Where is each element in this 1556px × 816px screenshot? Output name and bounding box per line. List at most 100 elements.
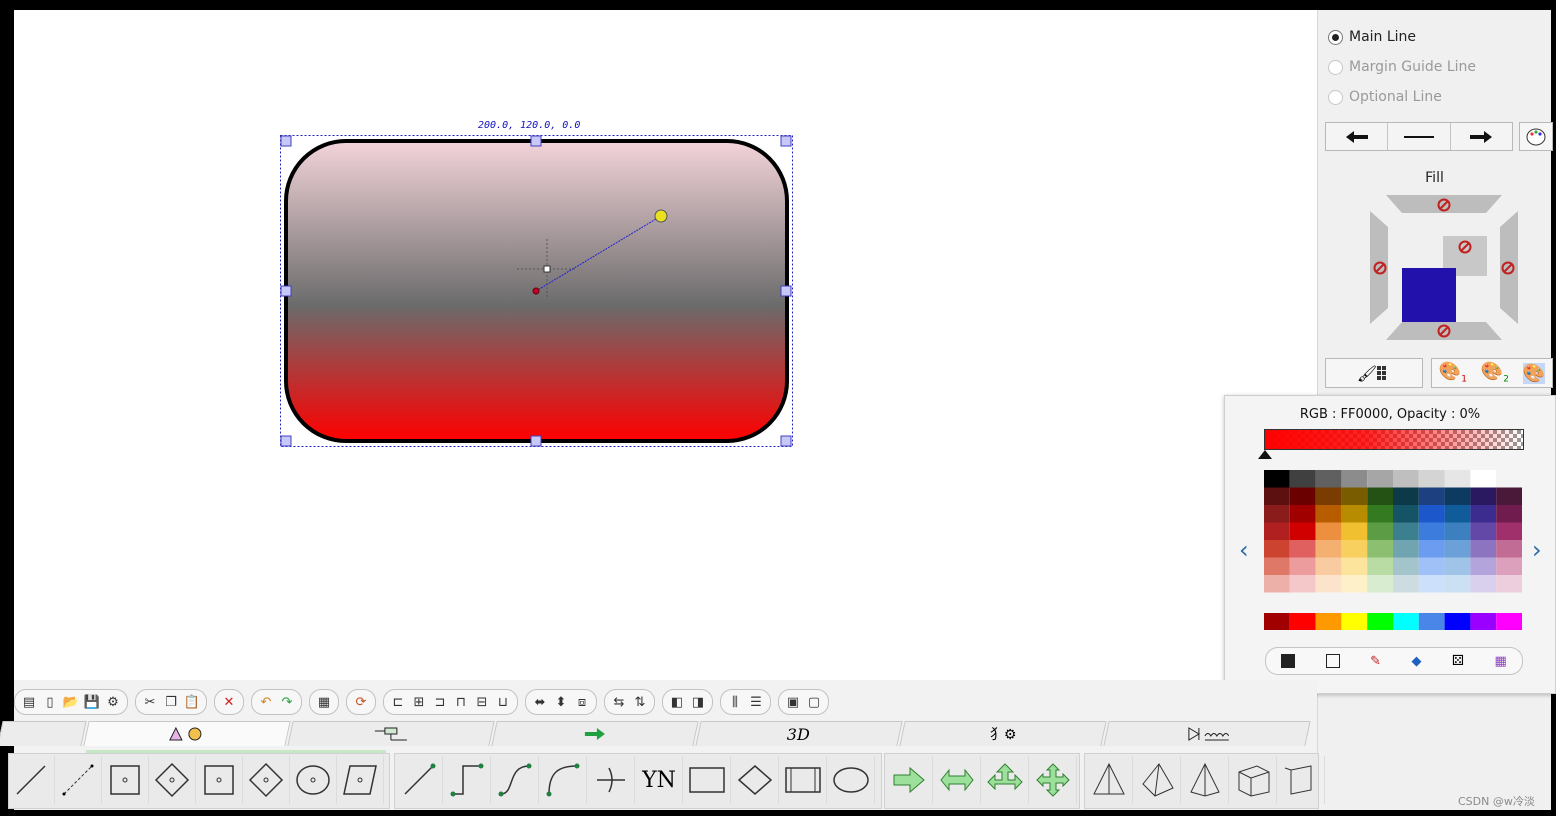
color-swatch[interactable]: [1341, 575, 1368, 593]
tab-electrical[interactable]: [1103, 721, 1311, 746]
color-swatch[interactable]: [1393, 522, 1419, 541]
color-swatch[interactable]: [1393, 557, 1419, 576]
settings-icon[interactable]: ⚙: [104, 693, 122, 711]
color-swatch[interactable]: [1496, 522, 1522, 541]
fill-color-swatch[interactable]: [1402, 268, 1456, 322]
s-curve-icon[interactable]: [540, 756, 587, 804]
diamond-point-icon[interactable]: [149, 756, 196, 804]
right-arrow-icon[interactable]: [886, 756, 933, 804]
branch-icon[interactable]: [588, 756, 635, 804]
same-height-icon[interactable]: ⬍: [552, 693, 570, 711]
resize-handle-se[interactable]: [780, 435, 792, 447]
resize-handle-n[interactable]: [530, 135, 542, 147]
color-swatch[interactable]: [1315, 505, 1342, 523]
radio-optional-line[interactable]: Optional Line: [1328, 86, 1442, 108]
resize-handle-nw[interactable]: [280, 135, 292, 147]
rotate-icon[interactable]: ⟳: [352, 693, 370, 711]
group-icon[interactable]: ▣: [784, 693, 802, 711]
save-icon[interactable]: 💾: [83, 693, 101, 711]
color-swatch[interactable]: [1315, 470, 1342, 488]
align-center-icon[interactable]: ⊞: [410, 693, 428, 711]
color-swatch[interactable]: [1393, 487, 1419, 506]
color-swatch[interactable]: [1470, 575, 1497, 593]
color-swatch[interactable]: [1315, 540, 1342, 558]
standard-color-swatch[interactable]: [1341, 613, 1368, 630]
line-icon[interactable]: [1388, 123, 1451, 150]
opacity-slider-thumb[interactable]: [1258, 450, 1272, 460]
cube-icon[interactable]: [1230, 756, 1277, 804]
same-size-icon[interactable]: ⧈: [573, 693, 591, 711]
color-swatch[interactable]: [1393, 540, 1419, 558]
palette-1-icon[interactable]: 🎨1: [1439, 361, 1467, 385]
align-middle-icon[interactable]: ⊟: [473, 693, 491, 711]
color-swatch[interactable]: [1289, 470, 1316, 488]
arrow-left-icon[interactable]: [1326, 123, 1389, 150]
color-swatch[interactable]: [1341, 487, 1368, 506]
color-swatch[interactable]: [1341, 505, 1368, 523]
color-swatch[interactable]: [1367, 470, 1393, 488]
dashed-line-icon[interactable]: [55, 756, 102, 804]
color-swatch[interactable]: [1470, 557, 1497, 576]
color-swatch[interactable]: [1264, 540, 1290, 558]
standard-color-swatch[interactable]: [1367, 613, 1393, 630]
gradient-start-handle[interactable]: [532, 287, 540, 295]
delete-icon[interactable]: ✕: [220, 693, 238, 711]
radio-main-line[interactable]: Main Line: [1328, 26, 1416, 48]
color-swatch[interactable]: [1418, 557, 1445, 576]
curve-line-icon[interactable]: [492, 756, 539, 804]
align-bottom-icon[interactable]: ⊔: [494, 693, 512, 711]
align-top-icon[interactable]: ⊓: [452, 693, 470, 711]
align-left-icon[interactable]: ⊏: [389, 693, 407, 711]
cone-icon[interactable]: [1086, 756, 1133, 804]
color-swatch[interactable]: [1341, 470, 1368, 488]
grid-icon[interactable]: ▦: [315, 693, 333, 711]
color-swatch[interactable]: [1444, 575, 1471, 593]
ellipse-icon[interactable]: [828, 756, 875, 804]
color-swatch[interactable]: [1470, 522, 1497, 541]
color-swatch[interactable]: [1470, 487, 1497, 506]
color-swatch[interactable]: [1496, 540, 1522, 558]
flip-v-icon[interactable]: ⇅: [631, 693, 649, 711]
redo-icon[interactable]: ↷: [278, 693, 296, 711]
color-swatch-grid[interactable]: [1264, 470, 1524, 640]
color-swatch[interactable]: [1264, 575, 1290, 593]
color-swatch[interactable]: [1444, 470, 1471, 488]
dice-icon[interactable]: ⚄: [1452, 653, 1464, 669]
color-swatch[interactable]: [1341, 522, 1368, 541]
color-swatch[interactable]: [1367, 505, 1393, 523]
color-swatch[interactable]: [1418, 540, 1445, 558]
radio-dot-optional-line[interactable]: [1328, 89, 1343, 105]
tab-connectors[interactable]: [287, 721, 495, 746]
color-swatch[interactable]: [1367, 557, 1393, 576]
arrow-line-icon[interactable]: [396, 756, 443, 804]
standard-color-swatch[interactable]: [1393, 613, 1419, 630]
paste-icon[interactable]: 📋: [183, 693, 201, 711]
color-swatch[interactable]: [1470, 540, 1497, 558]
radio-dot-main-line[interactable]: [1328, 29, 1343, 45]
color-swatch[interactable]: [1264, 522, 1290, 541]
resize-handle-s[interactable]: [530, 435, 542, 447]
paint-bucket-icon[interactable]: ◆: [1411, 654, 1421, 669]
gradient-end-handle[interactable]: [654, 209, 668, 223]
color-swatch[interactable]: [1264, 505, 1290, 523]
color-swatch[interactable]: [1496, 575, 1522, 593]
copy-icon[interactable]: ❐: [162, 693, 180, 711]
four-way-arrow-icon[interactable]: [1030, 756, 1077, 804]
rectangle-icon[interactable]: [684, 756, 731, 804]
standard-color-swatch[interactable]: [1418, 613, 1445, 630]
color-swatch[interactable]: [1444, 540, 1471, 558]
process-icon[interactable]: [780, 756, 827, 804]
color-swatch[interactable]: [1444, 505, 1471, 523]
color-swatch[interactable]: [1289, 487, 1316, 506]
palette-3-icon[interactable]: 🎨: [1522, 362, 1546, 384]
palette-2-icon[interactable]: 🎨2: [1481, 361, 1509, 385]
drawing-canvas[interactable]: 200.0, 120.0, 0.0: [14, 10, 1317, 680]
color-swatch[interactable]: [1264, 487, 1290, 506]
undo-icon[interactable]: ↶: [257, 693, 275, 711]
three-way-arrow-icon[interactable]: [982, 756, 1029, 804]
resize-handle-w[interactable]: [280, 285, 292, 297]
color-swatch[interactable]: [1264, 470, 1290, 488]
color-swatch[interactable]: [1496, 557, 1522, 576]
tab-3d[interactable]: 3D: [695, 721, 903, 746]
color-swatch[interactable]: [1341, 540, 1368, 558]
